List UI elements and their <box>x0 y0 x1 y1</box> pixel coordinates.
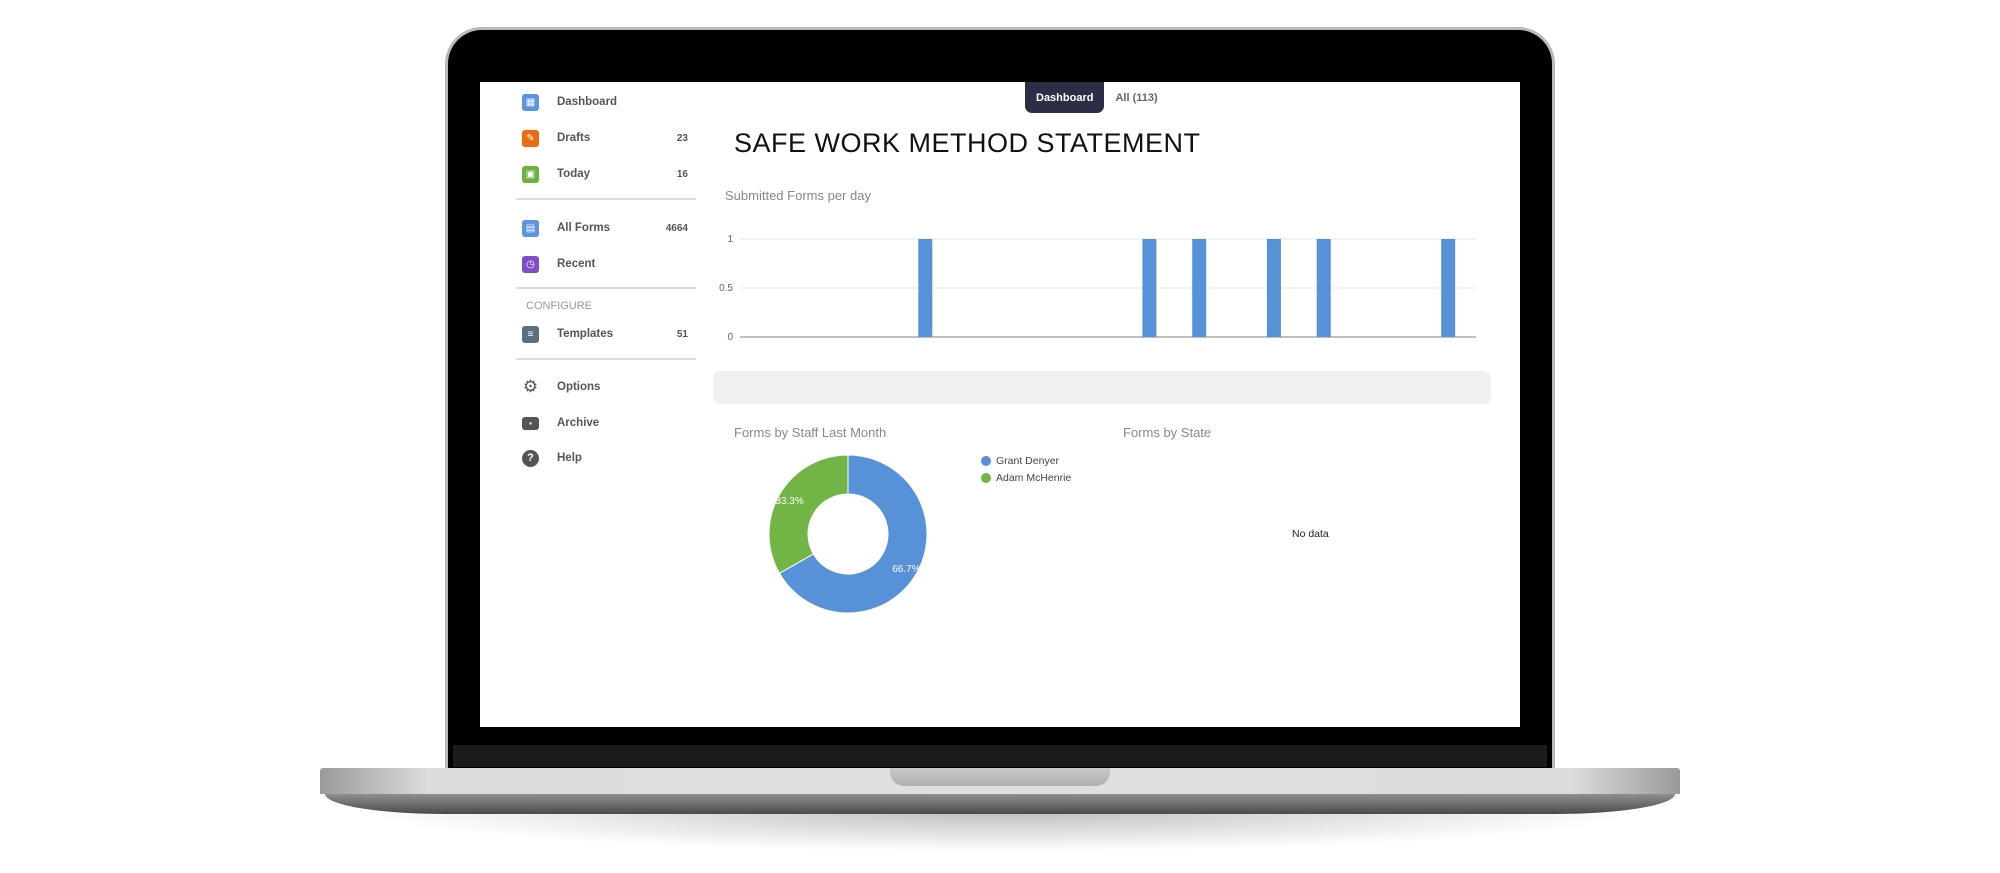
calendar-icon: ▣ <box>522 165 539 183</box>
bar[interactable] <box>1142 239 1157 337</box>
legend-label: Adam McHenrie <box>996 471 1072 484</box>
clock-icon: ◷ <box>522 255 539 273</box>
sidebar-item-label: Help <box>557 452 582 464</box>
app-screen: ▦ Dashboard ✎ Drafts 23 ▣ Today 16 ▤ All… <box>480 82 1520 727</box>
bar[interactable] <box>918 239 933 337</box>
submitted-forms-bar-chart: 00.5110 Apr 202313 Apr 202316 Apr 202319… <box>719 234 1476 342</box>
gear-icon: ⚙ <box>522 377 539 396</box>
sidebar-item-label: Recent <box>557 258 596 270</box>
sidebar-item-all-forms[interactable]: ▤ All Forms 4664 <box>522 216 698 240</box>
archive-folder-icon: ▪ <box>522 416 539 430</box>
state-chart-title: Forms by State <box>1123 425 1212 440</box>
donut-slice[interactable] <box>768 454 849 575</box>
sidebar-item-dashboard[interactable]: ▦ Dashboard <box>522 90 698 114</box>
legend-label: Grant Denyer <box>996 454 1060 467</box>
sidebar-item-label: Today <box>557 168 591 180</box>
help-icon: ? <box>522 449 539 467</box>
legend-item: Adam McHenrie <box>981 469 1071 486</box>
sidebar-item-count: 51 <box>676 328 688 340</box>
donut-legend: Grant Denyer Adam McHenrie <box>981 452 1071 486</box>
sidebar-item-templates[interactable]: ≡ Templates 51 <box>522 322 698 346</box>
sidebar-item-label: Dashboard <box>557 96 618 108</box>
sidebar-divider <box>516 287 696 289</box>
y-tick-label: 0.5 <box>719 283 733 294</box>
sidebar-item-today[interactable]: ▣ Today 16 <box>522 162 698 186</box>
sidebar-item-label: All Forms <box>557 222 611 234</box>
placeholder-panel <box>713 371 1491 404</box>
sidebar-divider <box>516 358 696 360</box>
bar[interactable] <box>1441 239 1456 337</box>
section-label-configure: CONFIGURE <box>526 300 592 312</box>
slice-label: 33.3% <box>775 496 803 507</box>
bar[interactable] <box>1266 239 1281 337</box>
view-tabs: Dashboard All (113) <box>1025 82 1169 114</box>
laptop-base-bottom <box>325 794 1675 814</box>
legend-dot <box>981 472 991 483</box>
sidebar-item-help[interactable]: ? Help <box>522 446 698 470</box>
sidebar-item-label: Templates <box>557 328 614 340</box>
laptop-chin <box>453 745 1547 767</box>
sidebar-item-count: 23 <box>676 132 688 144</box>
sidebar-item-label: Options <box>557 381 601 393</box>
clipboard-icon: ▤ <box>522 219 539 237</box>
sidebar-item-archive[interactable]: ▪ Archive <box>522 411 698 435</box>
donut-chart-title: Forms by Staff Last Month <box>734 425 887 440</box>
tab-dashboard[interactable]: Dashboard <box>1025 82 1105 113</box>
y-tick-label: 1 <box>727 234 733 245</box>
dashboard-icon: ▦ <box>522 93 539 111</box>
sidebar-item-recent[interactable]: ◷ Recent <box>522 252 698 276</box>
list-icon: ≡ <box>522 325 539 343</box>
bar[interactable] <box>1316 239 1331 337</box>
sidebar-item-options[interactable]: ⚙ Options <box>522 375 698 399</box>
sidebar-item-drafts[interactable]: ✎ Drafts 23 <box>522 126 698 150</box>
slice-label: 66.7% <box>892 564 920 575</box>
no-data-message: No data <box>1292 528 1329 540</box>
sidebar-item-label: Archive <box>557 417 600 429</box>
y-tick-label: 0 <box>727 332 733 342</box>
sidebar-divider <box>516 198 696 200</box>
bar-chart-title: Submitted Forms per day <box>725 188 871 203</box>
sidebar-item-label: Drafts <box>557 132 591 144</box>
legend-item: Grant Denyer <box>981 452 1071 469</box>
sidebar-item-count: 4664 <box>665 222 688 234</box>
laptop-shadow <box>360 812 1640 852</box>
tab-all[interactable]: All (113) <box>1104 82 1168 113</box>
forms-by-staff-donut-chart: 66.7% 33.3% <box>768 454 928 614</box>
legend-dot <box>981 455 991 466</box>
pencil-icon: ✎ <box>522 129 539 147</box>
page-title: SAFE WORK METHOD STATEMENT <box>734 128 1201 158</box>
bar[interactable] <box>1192 239 1207 337</box>
sidebar-item-count: 16 <box>676 168 688 180</box>
laptop-notch <box>890 768 1110 786</box>
